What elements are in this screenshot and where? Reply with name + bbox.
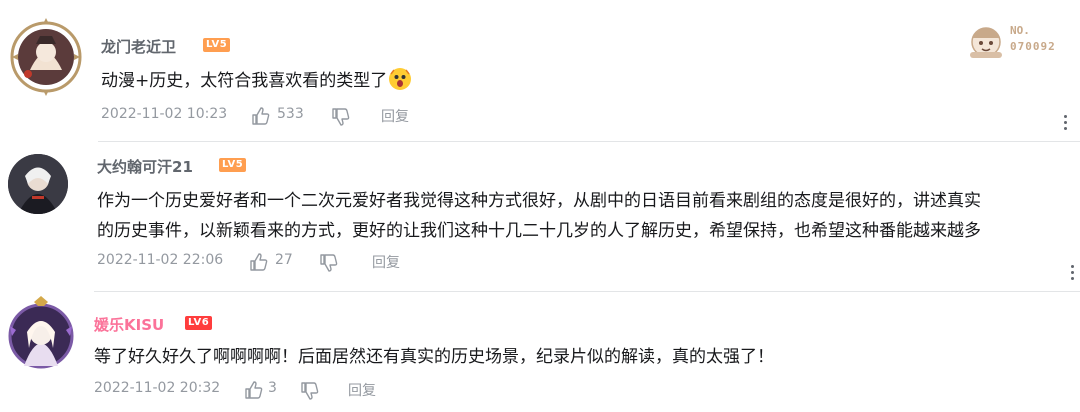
like-icon[interactable] xyxy=(244,380,264,400)
comment-text: 动漫+历史，太符合我喜欢看的类型了 xyxy=(101,66,412,96)
avatar-frame[interactable] xyxy=(4,296,78,370)
comment-text: 等了好久好久了啊啊啊啊！后面居然还有真实的历史场景，纪录片似的解读，真的太强了！ xyxy=(94,347,774,367)
badge-number: 070092 xyxy=(1010,40,1056,53)
timestamp: 2022-11-02 10:23 xyxy=(101,106,228,122)
like-count: 533 xyxy=(277,106,304,122)
reply-button[interactable]: 回复 xyxy=(372,252,400,272)
dislike-icon[interactable] xyxy=(300,381,320,401)
dislike-icon[interactable] xyxy=(319,253,339,273)
comment-meta: 2022-11-02 20:32 3 回复 xyxy=(94,380,454,402)
timestamp: 2022-11-02 22:06 xyxy=(97,252,224,268)
comment-item: 媛乐KISU LV6 等了好久好久了啊啊啊啊！后面居然还有真实的历史场景，纪录片… xyxy=(0,292,1080,412)
shocked-emoji-icon xyxy=(389,68,412,90)
more-options-icon[interactable] xyxy=(1064,112,1068,133)
fan-badge: NO. 070092 xyxy=(964,18,1074,62)
comment-meta: 2022-11-02 10:23 533 回复 xyxy=(101,106,461,128)
username[interactable]: 大约翰可汗21 xyxy=(97,156,193,177)
like-icon[interactable] xyxy=(249,252,269,272)
level-badge: LV5 xyxy=(203,38,231,52)
level-badge: LV5 xyxy=(219,158,247,172)
comment-text-line: 作为一个历史爱好者和一个二次元爱好者我觉得这种方式很好，从剧中的日语目前看来剧组… xyxy=(97,191,981,211)
like-count: 3 xyxy=(268,380,277,396)
username[interactable]: 龙门老近卫 xyxy=(101,36,176,57)
comment-meta: 2022-11-02 22:06 27 回复 xyxy=(97,252,457,274)
dislike-icon[interactable] xyxy=(331,107,351,127)
mascot-icon xyxy=(970,27,1002,58)
reply-button[interactable]: 回复 xyxy=(348,380,376,400)
reply-button[interactable]: 回复 xyxy=(381,106,409,126)
comment-text-line: 的历史事件，以新颖看来的方式，更好的让我们这种十几二十几岁的人了解历史，希望保持… xyxy=(97,221,981,241)
timestamp: 2022-11-02 20:32 xyxy=(94,380,221,396)
comment-item: 龙门老近卫 LV5 动漫+历史，太符合我喜欢看的类型了 2022-11-02 1… xyxy=(0,0,1080,140)
like-count: 27 xyxy=(275,252,293,268)
more-options-icon[interactable] xyxy=(1071,262,1075,283)
badge-label: NO. xyxy=(1010,24,1030,37)
avatar[interactable] xyxy=(8,154,68,214)
level-badge: LV6 xyxy=(185,316,213,330)
avatar-frame[interactable] xyxy=(8,14,84,100)
like-icon[interactable] xyxy=(251,106,271,126)
username[interactable]: 媛乐KISU xyxy=(94,314,164,335)
comment-item: 大约翰可汗21 LV5 作为一个历史爱好者和一个二次元爱好者我觉得这种方式很好，… xyxy=(0,142,1080,292)
